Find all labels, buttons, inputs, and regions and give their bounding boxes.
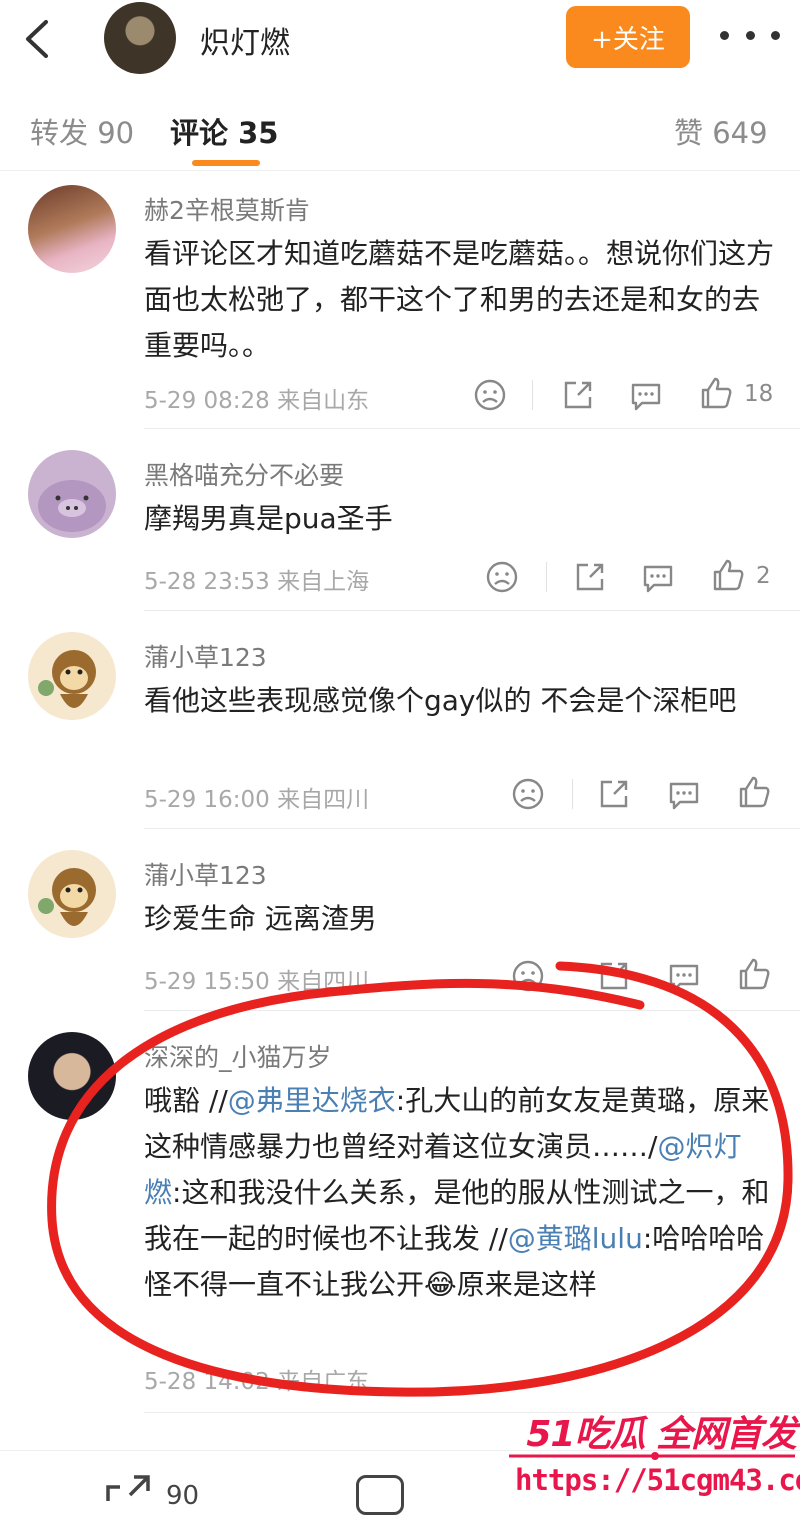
divider xyxy=(144,828,800,829)
comment-text: 看评论区才知道吃蘑菇不是吃蘑菇。。想说你们这方面也太松弛了，都干这个了和男的去还… xyxy=(144,237,775,362)
comment-icon[interactable] xyxy=(666,776,702,812)
divider xyxy=(144,610,800,611)
dislike-icon[interactable] xyxy=(484,559,520,595)
watermark-rule xyxy=(509,1452,795,1460)
like-icon[interactable] xyxy=(710,557,746,593)
comment-meta: 5-28 14:02 来自广东 xyxy=(144,1369,370,1395)
comment-meta: 5-29 16:00 来自四川 xyxy=(144,787,370,813)
repost-icon[interactable] xyxy=(104,1473,154,1507)
page-title[interactable]: 炽灯燃 xyxy=(200,18,290,62)
like-icon[interactable] xyxy=(698,375,734,411)
comment-username[interactable]: 黑格喵充分不必要 xyxy=(144,456,344,492)
avatar[interactable] xyxy=(28,1032,116,1120)
chevron-left-icon xyxy=(26,20,48,58)
watermark-url: https://51cgm43.com xyxy=(515,1463,800,1497)
divider xyxy=(144,1010,800,1011)
active-tab-indicator xyxy=(192,160,260,166)
like-icon[interactable] xyxy=(736,774,772,810)
comment-meta: 5-29 08:28 来自山东 xyxy=(144,388,370,414)
comment-icon[interactable] xyxy=(640,559,676,595)
comment-text: 哦豁 //@弗里达烧衣:孔大山的前女友是黄璐，原来这种情感暴力也曾经对着这位女演… xyxy=(144,1078,774,1308)
comment-meta: 5-29 15:50 来自四川 xyxy=(144,969,370,995)
avatar[interactable] xyxy=(28,185,116,273)
mention-link[interactable]: @弗里达烧衣 xyxy=(228,1084,396,1117)
comment-icon[interactable] xyxy=(628,377,664,413)
share-icon[interactable] xyxy=(596,958,632,994)
comment-username[interactable]: 赫2辛根莫斯肯 xyxy=(144,191,310,227)
divider xyxy=(572,779,573,809)
comment-meta: 5-28 23:53 来自上海 xyxy=(144,569,370,595)
comment-username[interactable]: 蒲小草123 xyxy=(144,638,267,674)
comment-text: 摩羯男真是pua圣手 xyxy=(144,502,393,535)
like-icon[interactable] xyxy=(736,956,772,992)
comment-text: 看他这些表现感觉像个gay似的 不会是个深柜吧 xyxy=(144,684,737,717)
dislike-icon[interactable] xyxy=(472,377,508,413)
avatar[interactable] xyxy=(28,450,116,538)
repost-count: 90 xyxy=(166,1481,200,1511)
comment-text-segment: 哦豁 // xyxy=(144,1084,228,1117)
tab-bar: 转发 90 评论 35 赞 649 xyxy=(0,82,800,171)
dislike-icon[interactable] xyxy=(510,958,546,994)
author-avatar[interactable] xyxy=(104,2,176,74)
divider xyxy=(532,380,533,410)
tab-comments[interactable]: 评论 35 xyxy=(170,110,278,152)
watermark: 51吃瓜 全网首发 https://51cgm43.com xyxy=(505,1405,800,1501)
comment-text: 珍爱生命 远离渣男 xyxy=(144,902,377,935)
comment-username[interactable]: 深深的_小猫万岁 xyxy=(144,1038,332,1074)
like-count: 18 xyxy=(744,381,774,407)
top-bar: 炽灯燃 +关注 xyxy=(0,0,800,80)
comment-icon[interactable] xyxy=(356,1475,404,1515)
share-icon[interactable] xyxy=(560,377,596,413)
follow-button[interactable]: +关注 xyxy=(566,6,690,68)
back-button[interactable] xyxy=(18,16,58,62)
like-count: 2 xyxy=(756,563,771,589)
tab-reposts[interactable]: 转发 90 xyxy=(30,110,134,152)
avatar[interactable] xyxy=(28,850,116,938)
divider xyxy=(546,562,547,592)
comment-icon[interactable] xyxy=(666,958,702,994)
avatar[interactable] xyxy=(28,632,116,720)
mention-link[interactable]: @黄璐lulu xyxy=(508,1222,643,1255)
more-icon[interactable] xyxy=(720,20,780,50)
share-icon[interactable] xyxy=(596,776,632,812)
tab-likes[interactable]: 赞 649 xyxy=(674,110,768,152)
dislike-icon[interactable] xyxy=(510,776,546,812)
share-icon[interactable] xyxy=(572,559,608,595)
divider xyxy=(144,428,800,429)
comment-username[interactable]: 蒲小草123 xyxy=(144,856,267,892)
